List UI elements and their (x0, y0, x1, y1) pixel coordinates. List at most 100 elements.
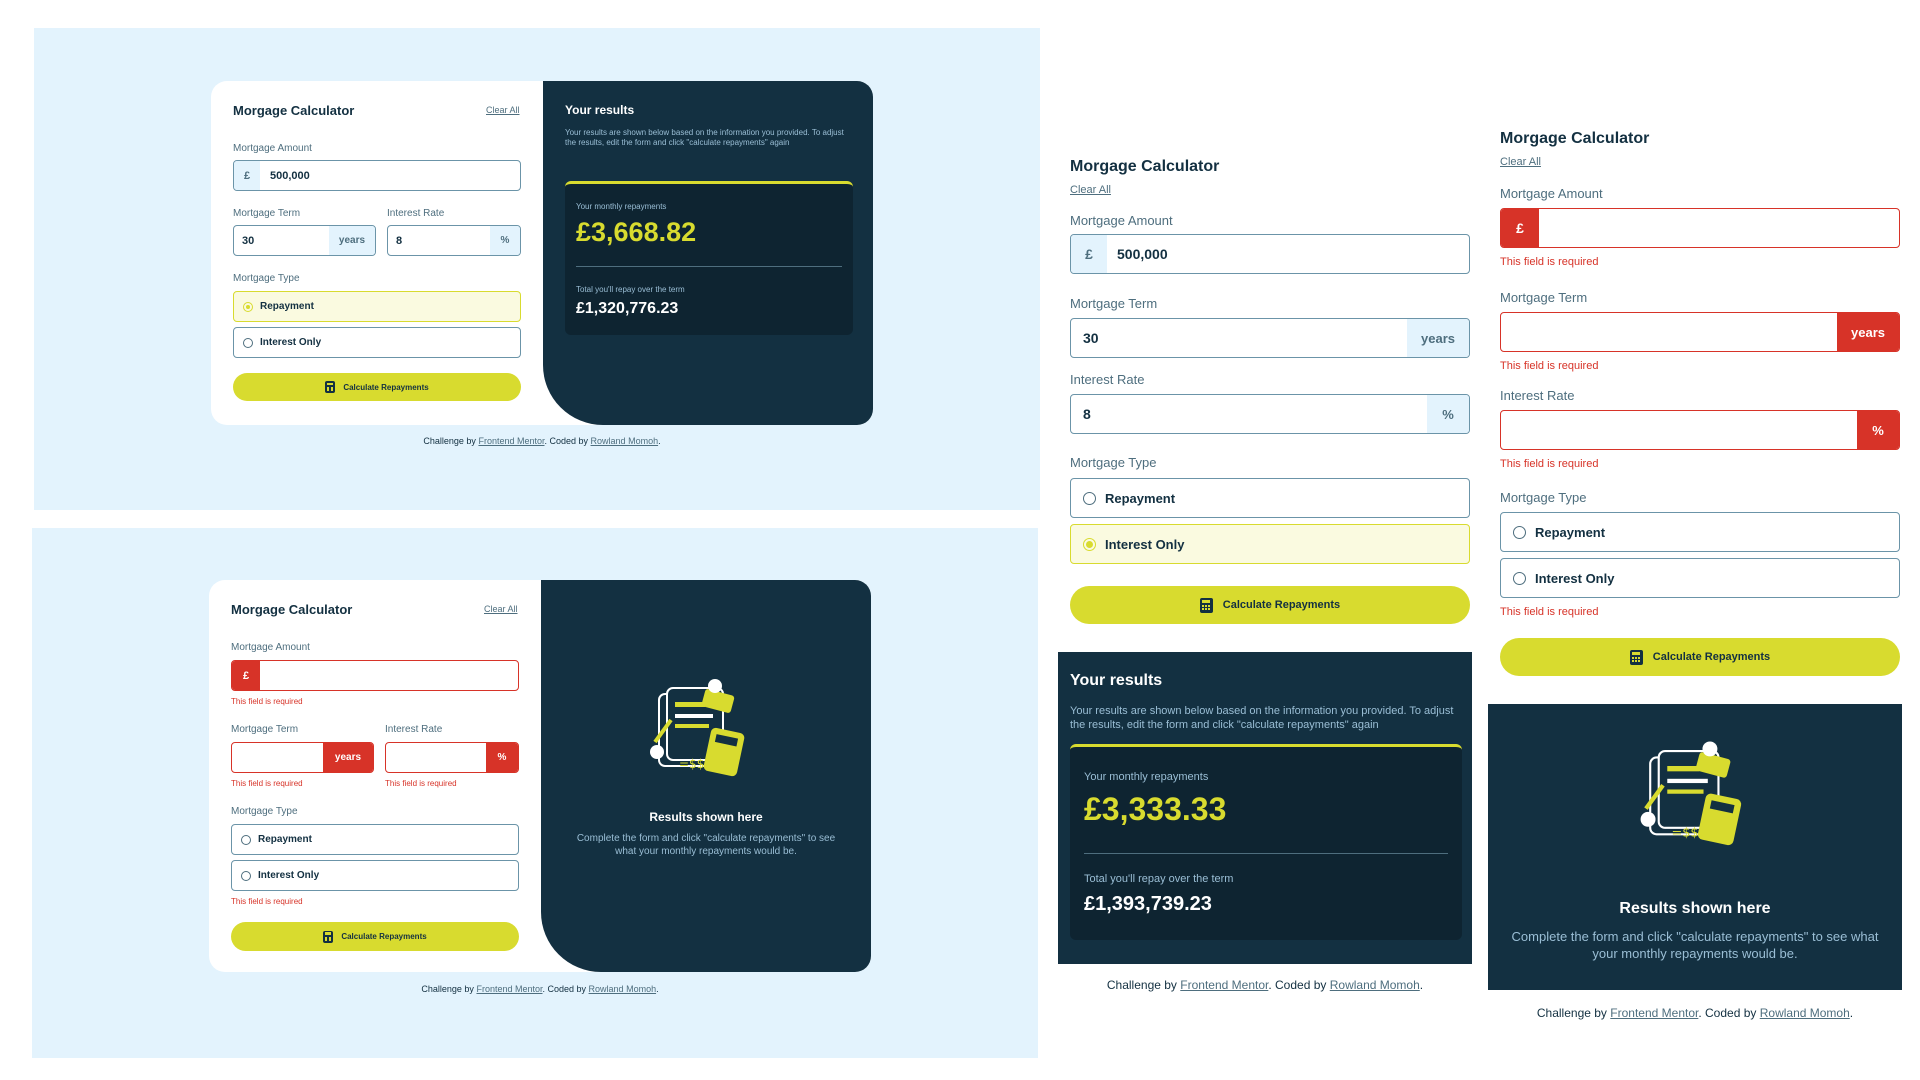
frontend-mentor-link[interactable]: Frontend Mentor (1610, 1006, 1698, 1020)
radio-interest-only[interactable]: Interest Only (1500, 558, 1900, 598)
amount-field[interactable]: £ 500,000 (1070, 234, 1470, 274)
rate-error: This field is required (1500, 458, 1599, 470)
term-field[interactable]: 30 years (233, 225, 376, 256)
footer-prefix: Challenge by (1536, 1006, 1607, 1020)
radio-interest-only[interactable]: Interest Only (233, 327, 521, 358)
term-error: This field is required (1500, 360, 1599, 372)
results-panel: Your results Your results are shown belo… (1058, 652, 1472, 964)
radio-interest-only-label: Interest Only (1535, 570, 1615, 586)
amount-field[interactable]: £ 500,000 (233, 160, 521, 191)
radio-interest-only-label: Interest Only (1105, 536, 1185, 552)
term-field[interactable]: years (231, 742, 374, 773)
total-amount: £1,393,739.23 (1084, 893, 1212, 915)
amount-field[interactable]: £ (1500, 208, 1900, 248)
term-label: Mortgage Term (231, 724, 299, 735)
percent-addon: % (490, 226, 520, 255)
empty-results-panel: =$$ Results shown here Complete the form… (541, 580, 871, 972)
term-input[interactable] (1501, 313, 1837, 351)
footer-mid: . Coded by (542, 984, 587, 994)
radio-dot (1083, 537, 1096, 551)
calculator-card-errors: Morgage Calculator Clear All Mortgage Am… (209, 580, 871, 972)
term-field[interactable]: 30 years (1070, 318, 1470, 358)
calculator-icon (323, 930, 334, 943)
amount-input[interactable] (260, 661, 518, 690)
term-input[interactable] (232, 743, 323, 772)
footer: Challenge by Frontend Mentor. Coded by R… (1058, 978, 1472, 992)
frontend-mentor-link[interactable]: Frontend Mentor (1180, 978, 1268, 992)
footer: Challenge by Frontend Mentor. Coded by R… (1488, 1006, 1902, 1020)
author-link[interactable]: Rowland Momoh (1330, 978, 1420, 992)
radio-repayment[interactable]: Repayment (231, 824, 519, 855)
rate-input[interactable]: 8 (1071, 395, 1427, 433)
calculate-button[interactable]: Calculate Repayments (1500, 638, 1900, 676)
calculate-button[interactable]: Calculate Repayments (231, 922, 519, 951)
monthly-label: Your monthly repayments (1084, 771, 1209, 783)
term-error: This field is required (231, 779, 303, 788)
term-input[interactable]: 30 (1071, 319, 1407, 357)
type-error: This field is required (1500, 606, 1599, 618)
years-addon: years (1837, 313, 1899, 351)
radio-repayment[interactable]: Repayment (233, 291, 521, 322)
rate-input[interactable] (1501, 411, 1857, 449)
calculate-button[interactable]: Calculate Repayments (233, 373, 521, 401)
frontend-mentor-link[interactable]: Frontend Mentor (478, 436, 544, 446)
empty-illustration-icon: =$$ (1640, 741, 1742, 846)
form-title: Morgage Calculator (1070, 158, 1220, 175)
empty-state-description: Complete the form and click "calculate r… (1511, 929, 1879, 961)
rate-field[interactable]: 8 % (387, 225, 521, 256)
radio-interest-only[interactable]: Interest Only (231, 860, 519, 891)
rate-input[interactable] (386, 743, 486, 772)
calculator-icon (1629, 649, 1643, 665)
rate-label: Interest Rate (387, 208, 445, 219)
empty-results-panel: =$$ Results shown here Complete the form… (1488, 704, 1902, 990)
author-link[interactable]: Rowland Momoh (591, 436, 659, 446)
author-link[interactable]: Rowland Momoh (1760, 1006, 1850, 1020)
frontend-mentor-link[interactable]: Frontend Mentor (476, 984, 542, 994)
empty-state-title: Results shown here (649, 810, 763, 824)
mobile-error-view: Morgage Calculator Clear All Mortgage Am… (1488, 120, 1908, 1040)
clear-all-link[interactable]: Clear All (1500, 156, 1541, 168)
footer-mid: . Coded by (1698, 1006, 1757, 1020)
footer-mid: . Coded by (1268, 978, 1327, 992)
radio-repayment-label: Repayment (260, 301, 314, 312)
amount-label: Mortgage Amount (1500, 186, 1603, 201)
percent-addon: % (1857, 411, 1899, 449)
author-link[interactable]: Rowland Momoh (589, 984, 657, 994)
currency-addon: £ (232, 661, 260, 690)
rate-field[interactable]: 8 % (1070, 394, 1470, 434)
footer: Challenge by Frontend Mentor. Coded by R… (209, 984, 871, 994)
footer: Challenge by Frontend Mentor. Coded by R… (211, 436, 873, 446)
rate-error: This field is required (385, 779, 457, 788)
term-field[interactable]: years (1500, 312, 1900, 352)
calculator-icon (325, 381, 336, 393)
empty-state-description: Complete the form and click "calculate r… (576, 833, 836, 857)
clear-all-link[interactable]: Clear All (484, 604, 518, 614)
amount-field[interactable]: £ (231, 660, 519, 691)
empty-state-title: Results shown here (1619, 900, 1771, 917)
rate-input[interactable]: 8 (388, 226, 490, 255)
term-label: Mortgage Term (233, 208, 301, 219)
calculator-card: Morgage Calculator Clear All Mortgage Am… (211, 81, 873, 425)
calculate-button[interactable]: Calculate Repayments (1070, 586, 1470, 624)
rate-field[interactable]: % (385, 742, 519, 773)
radio-repayment[interactable]: Repayment (1500, 512, 1900, 552)
radio-interest-only[interactable]: Interest Only (1070, 524, 1470, 564)
radio-repayment[interactable]: Repayment (1070, 478, 1470, 518)
footer-suffix: . (1849, 1006, 1854, 1020)
mobile-filled-view: Morgage Calculator Clear All Mortgage Am… (1058, 140, 1478, 1000)
clear-all-link[interactable]: Clear All (1070, 184, 1111, 196)
amount-input[interactable]: 500,000 (260, 161, 520, 190)
results-divider (576, 266, 842, 267)
term-input[interactable]: 30 (234, 226, 329, 255)
amount-input[interactable]: 500,000 (1107, 235, 1469, 273)
results-box: Your monthly repayments £3,333.33 Total … (1070, 744, 1462, 940)
clear-all-link[interactable]: Clear All (486, 105, 520, 115)
footer-suffix: . (658, 436, 661, 446)
radio-dot (1513, 525, 1526, 539)
results-description: Your results are shown below based on th… (565, 128, 844, 147)
rate-field[interactable]: % (1500, 410, 1900, 450)
radio-dot (241, 870, 251, 881)
term-label: Mortgage Term (1500, 290, 1588, 305)
amount-label: Mortgage Amount (1070, 213, 1173, 228)
amount-input[interactable] (1539, 209, 1899, 247)
